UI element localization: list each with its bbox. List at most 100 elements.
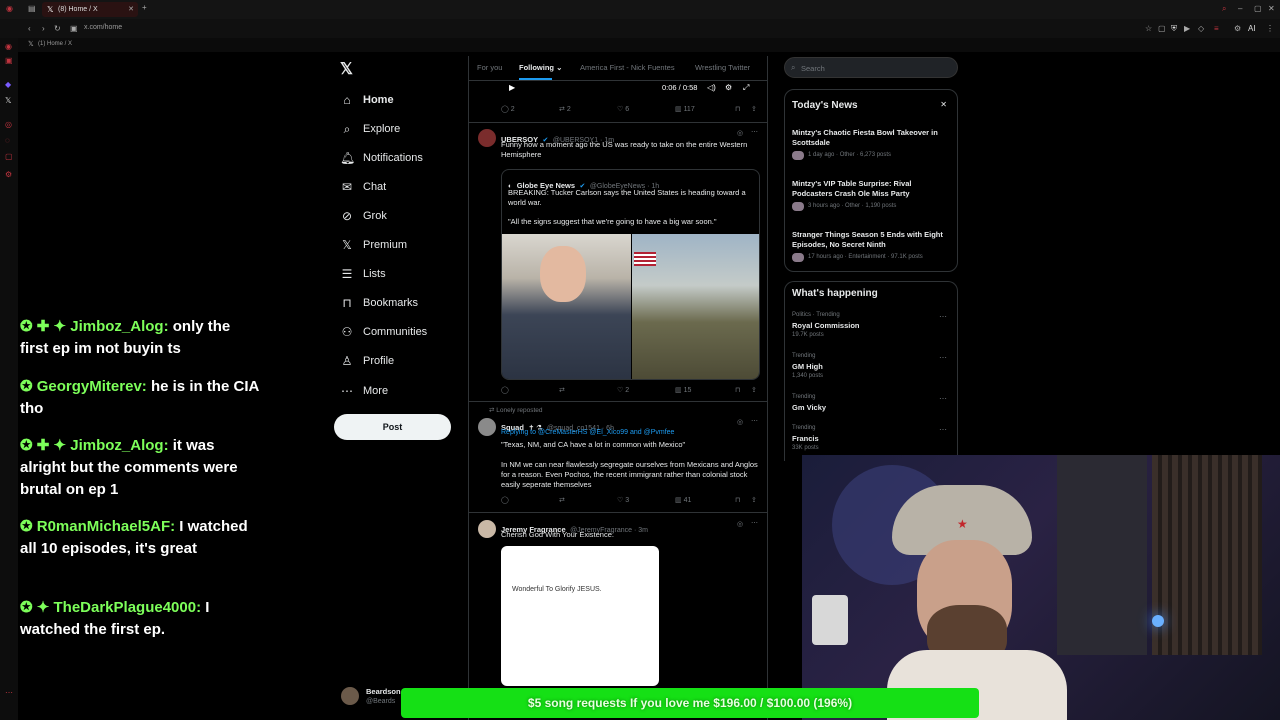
avatar[interactable] — [478, 418, 496, 436]
bookmark-home-x[interactable]: (1) Home / X — [38, 41, 72, 47]
bookmark-star-icon[interactable]: ☆ — [1145, 24, 1152, 33]
more-icon[interactable]: ⋯ — [751, 128, 758, 136]
nav-item-lists[interactable]: ☰ Lists — [340, 264, 386, 284]
news-item-title[interactable]: Mintzy's Chaotic Fiesta Bowl Takeover in… — [792, 128, 952, 148]
reload-icon[interactable]: ↻ — [54, 24, 61, 33]
sidebar-app-icon[interactable]: ◉ — [5, 42, 12, 51]
new-tab-icon[interactable]: + — [142, 3, 147, 12]
like-button[interactable]: ♡ 6 — [617, 105, 629, 113]
post-button[interactable]: Post — [334, 414, 451, 440]
nav-item-grok[interactable]: ⊘ Grok — [340, 206, 387, 226]
nav-item-profile[interactable]: ♙ Profile — [340, 351, 395, 371]
nav-item-chat[interactable]: ✉ Chat — [340, 177, 386, 197]
share-icon[interactable]: ⇪ — [751, 105, 757, 113]
views-button[interactable]: ▥ 117 — [675, 105, 695, 113]
repost-button[interactable]: ⇄ — [559, 386, 565, 394]
trend-name[interactable]: Royal Commission — [792, 321, 860, 330]
more-icon[interactable]: ⋯ — [939, 394, 947, 403]
grok-icon[interactable]: ◎ — [737, 418, 743, 426]
mute-icon[interactable]: ◁) — [707, 83, 716, 92]
close-window-icon[interactable]: ✕ — [1268, 4, 1275, 13]
vpn-icon[interactable]: ◇ — [1198, 24, 1204, 33]
search-icon[interactable]: ⌕ — [1222, 4, 1226, 14]
reply-button[interactable]: ◯ — [501, 386, 509, 394]
close-icon[interactable]: ✕ — [940, 100, 947, 109]
like-button[interactable]: ♡ 3 — [617, 496, 629, 504]
tweet-image-card[interactable]: Wonderful To Glorify JESUS. — [501, 546, 659, 686]
reply-to[interactable]: Replying to @CreMasterHS @El_Xico99 and … — [501, 429, 674, 436]
grok-icon[interactable]: ◎ — [737, 520, 743, 528]
nav-item-bookmarks[interactable]: ⊓ Bookmarks — [340, 293, 418, 313]
share-icon[interactable]: ⇪ — [751, 496, 757, 504]
sidebar-toggle-icon[interactable]: ▤ — [28, 4, 36, 13]
repost-button[interactable]: ⇄ 2 — [559, 105, 571, 113]
nav-item-premium[interactable]: 𝕏 Premium — [340, 235, 407, 255]
discord-icon[interactable]: ◆ — [5, 80, 11, 89]
play-icon[interactable]: ▶ — [509, 83, 515, 92]
sidebar-app-icon[interactable]: ▣ — [5, 56, 13, 65]
menu-extension-icon[interactable]: ≡ — [1214, 24, 1219, 33]
tab-wrestling-twitter[interactable]: Wrestling Twitter — [695, 63, 750, 72]
close-icon[interactable]: ✕ — [128, 5, 134, 13]
more-icon[interactable]: ⋯ — [5, 688, 13, 697]
url-field[interactable]: x.com/home — [84, 24, 122, 31]
trend-name[interactable]: Francis — [792, 434, 819, 443]
nav-item-more[interactable]: ⋯ More — [340, 381, 388, 401]
x-logo-icon[interactable]: 𝕏 — [5, 96, 11, 105]
more-icon[interactable]: ⋯ — [751, 519, 758, 527]
avatar[interactable] — [478, 520, 496, 538]
soldiers-photo[interactable] — [632, 234, 759, 379]
search-input[interactable]: ⌕ Search — [784, 57, 958, 78]
bookmark-icon[interactable]: ⊓ — [735, 386, 740, 394]
more-icon[interactable]: ⋯ — [939, 425, 947, 434]
news-item-title[interactable]: Stranger Things Season 5 Ends with Eight… — [792, 230, 952, 250]
views-button[interactable]: ▥ 41 — [675, 496, 691, 504]
extension-icon[interactable]: ▢ — [1158, 24, 1166, 33]
bookmark-icon[interactable]: ⊓ — [735, 105, 740, 113]
tab-home-x[interactable]: 𝕏 (8) Home / X ✕ — [42, 2, 138, 17]
ai-extension-label[interactable]: AI — [1248, 24, 1256, 33]
minimize-icon[interactable]: – — [1238, 4, 1242, 13]
tab-following[interactable]: Following ⌄ — [519, 63, 562, 80]
nav-item-notifications[interactable]: 🔔︎ Notifications — [340, 148, 423, 168]
more-icon[interactable]: ⋯ — [939, 353, 947, 362]
nav-item-communities[interactable]: ⚇ Communities — [340, 322, 428, 342]
quote-tweet[interactable]: ◐ Globe Eye News ✔ @GlobeEyeNews · 1h BR… — [501, 169, 760, 380]
reply-button[interactable]: ◯ — [501, 496, 509, 504]
settings-icon[interactable]: ⚙ — [1234, 24, 1241, 33]
grok-icon[interactable]: ◎ — [737, 129, 743, 137]
more-icon[interactable]: ⋯ — [939, 312, 947, 321]
play-extension-icon[interactable]: ▶ — [1184, 24, 1190, 33]
trend-name[interactable]: Gm Vicky — [792, 403, 826, 412]
settings-icon[interactable]: ⚙ — [725, 83, 732, 92]
x-logo-icon[interactable]: 𝕏 — [340, 59, 353, 79]
more-icon[interactable]: ⋮ — [1266, 24, 1274, 33]
tucker-photo[interactable] — [502, 234, 631, 379]
sidebar-app-icon[interactable]: ◎ — [5, 120, 12, 129]
bookshelf — [1057, 455, 1147, 655]
settings-icon[interactable]: ⚙ — [5, 170, 12, 179]
tab-for-you[interactable]: For you — [477, 63, 502, 72]
share-icon[interactable]: ⇪ — [751, 386, 757, 394]
trend-name[interactable]: GM High — [792, 362, 823, 371]
fullscreen-icon[interactable]: ⤢ — [743, 83, 749, 93]
sidebar-app-icon[interactable]: ◌ — [5, 136, 10, 145]
views-button[interactable]: ▥ 15 — [675, 386, 691, 394]
repost-button[interactable]: ⇄ — [559, 496, 565, 504]
bookmark-icon[interactable]: ⊓ — [735, 496, 740, 504]
sidebar-app-icon[interactable]: ▢ — [5, 152, 13, 161]
tab-america-first[interactable]: America First - Nick Fuentes — [580, 63, 675, 72]
more-icon[interactable]: ⋯ — [751, 417, 758, 425]
like-button[interactable]: ♡ 2 — [617, 386, 629, 394]
nav-item-explore[interactable]: ⌕ Explore — [340, 119, 401, 139]
avatar[interactable] — [478, 129, 496, 147]
avatar[interactable] — [341, 687, 359, 705]
news-item-title[interactable]: Mintzy's VIP Table Surprise: Rival Podca… — [792, 179, 952, 199]
forward-icon[interactable]: › — [42, 24, 45, 33]
nav-item-home[interactable]: ⌂ Home — [340, 90, 393, 110]
back-icon[interactable]: ‹ — [28, 24, 31, 33]
shield-icon[interactable]: ⛨ — [1171, 24, 1177, 34]
maximize-icon[interactable]: ▢ — [1254, 4, 1262, 13]
account-name[interactable]: Beardson — [366, 687, 401, 696]
reply-button[interactable]: ◯ 2 — [501, 105, 515, 113]
